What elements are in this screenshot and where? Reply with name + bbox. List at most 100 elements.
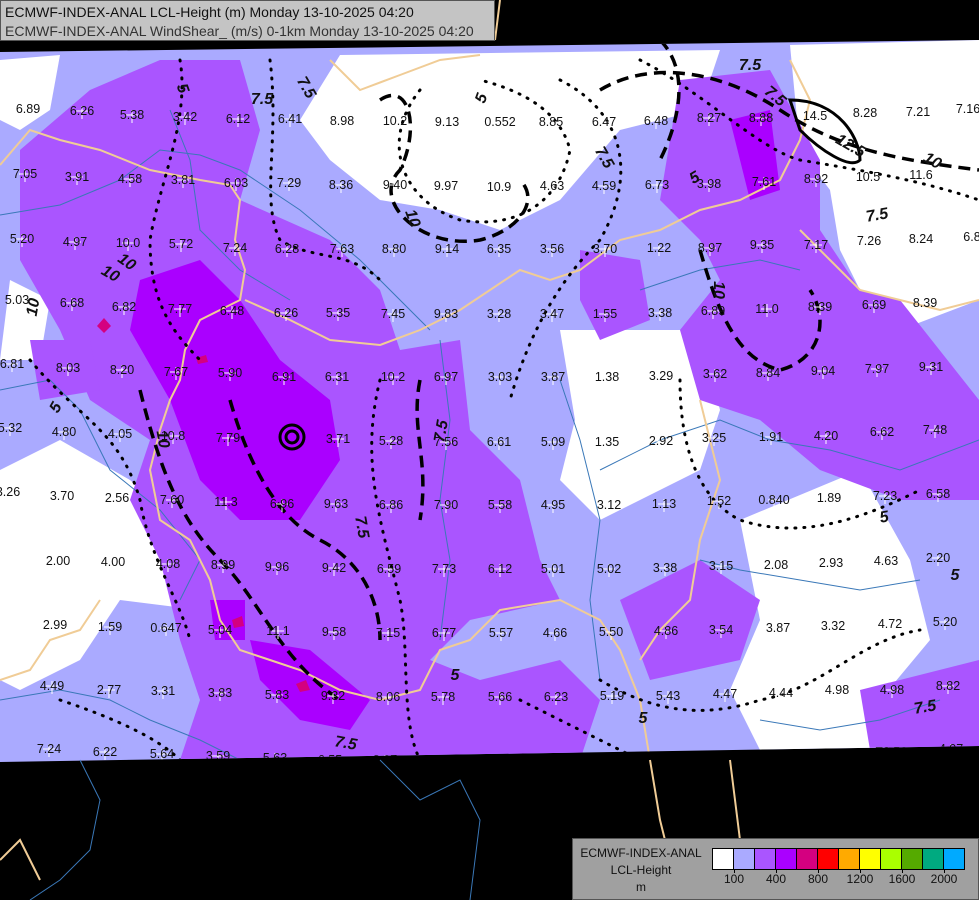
station-marker: 6.55	[318, 753, 342, 762]
station-value: 5.63	[263, 751, 287, 765]
station-marker: 6.97	[434, 370, 458, 385]
station-value: 3.31	[151, 684, 175, 698]
station-marker: 4.59	[592, 179, 616, 194]
station-marker: 11.0	[755, 302, 779, 317]
station-marker: 4.05	[108, 427, 132, 442]
station-marker: 4.44	[769, 686, 793, 701]
legend-swatch	[818, 849, 839, 869]
legend-tick-label: 400	[765, 872, 787, 886]
station-marker: 5.22	[657, 752, 681, 762]
station-marker: 7.73	[432, 562, 456, 577]
station-value: 7.29	[277, 176, 301, 190]
station-value: 1.89	[817, 491, 841, 505]
station-value: 7.77	[168, 302, 192, 316]
station-value: 7.16	[956, 102, 979, 116]
station-value: 5.58	[488, 498, 512, 512]
station-value: 5.72	[169, 237, 193, 251]
station-marker: 5.01	[541, 562, 565, 577]
station-value: 1.35	[595, 435, 619, 449]
station-value: 6.48	[220, 304, 244, 318]
station-value: 6.97	[434, 370, 458, 384]
station-value: 9.04	[811, 364, 835, 378]
station-marker: 9.35	[750, 238, 774, 253]
station-value: 6.69	[862, 298, 886, 312]
station-value: 7.67	[164, 365, 188, 379]
station-value: 7.90	[434, 498, 458, 512]
legend-swatch	[860, 849, 881, 869]
station-value: 6.22	[93, 745, 117, 759]
station-value: 6.31	[325, 370, 349, 384]
station-value: 5.43	[656, 689, 680, 703]
map-title: ECMWF-INDEX-ANAL LCL-Height (m) Monday 1…	[0, 0, 495, 41]
station-value: 1.55	[593, 307, 617, 321]
station-value: 4.44	[769, 686, 793, 700]
station-marker: 0.840	[758, 493, 790, 508]
station-marker: 2.56	[883, 745, 907, 760]
station-value: 6.47	[592, 115, 616, 129]
station-value: 4.47	[713, 687, 737, 701]
title-line-lcl-height: ECMWF-INDEX-ANAL LCL-Height (m) Monday 1…	[5, 4, 414, 20]
station-marker: 8.28	[853, 106, 877, 121]
station-marker: 8.36	[329, 178, 353, 193]
station-value: 9.96	[265, 560, 289, 574]
station-value: 7.15	[376, 626, 400, 640]
station-value: 4.00	[101, 555, 125, 569]
station-value: 5.04	[208, 623, 232, 637]
station-marker: 9.83	[434, 307, 458, 322]
station-value: 3.87	[541, 370, 565, 384]
station-marker: 8.99	[211, 558, 235, 573]
station-value: 8.28	[853, 106, 877, 120]
station-marker: 1.59	[98, 620, 122, 635]
legend-swatch	[881, 849, 902, 869]
station-marker: 8.39	[913, 296, 937, 311]
station-marker: 10.2	[381, 370, 405, 385]
station-value: 8.39	[808, 300, 832, 314]
station-marker: 6.12	[488, 562, 512, 577]
station-marker: 6.47	[592, 115, 616, 130]
legend-swatch	[755, 849, 776, 869]
station-marker: 1.52	[707, 494, 731, 509]
station-value: 6.26	[274, 306, 298, 320]
station-value: 5.02	[597, 562, 621, 576]
station-marker: 8.24	[909, 232, 933, 247]
contour-label: 5	[639, 710, 649, 727]
station-marker: 5.28	[379, 434, 403, 449]
station-marker: 7.05	[13, 167, 37, 182]
station-value: 6.61	[487, 435, 511, 449]
station-marker: 8.27	[697, 111, 721, 126]
station-marker: 3.29	[649, 369, 673, 384]
station-value: 1.13	[652, 497, 676, 511]
legend-tick-label: 2000	[930, 872, 958, 886]
station-marker: 6.12	[226, 112, 250, 127]
station-value: 5.78	[431, 690, 455, 704]
station-value: 4.63	[540, 179, 564, 193]
station-marker: 6.28	[275, 242, 299, 257]
station-marker: 7.65	[489, 754, 513, 762]
color-legend: ECMWF-INDEX-ANAL LCL-Height m 100 400 800 1…	[572, 838, 979, 900]
station-marker: 3.56	[540, 242, 564, 257]
station-value: 6.48	[644, 114, 668, 128]
station-value: 6.77	[432, 626, 456, 640]
station-value: 5.01	[541, 562, 565, 576]
station-value: 7.97	[865, 362, 889, 376]
station-value: 11.1	[266, 624, 289, 638]
station-marker: 9.32	[321, 689, 345, 704]
legend-tick-label: 1200	[846, 872, 874, 886]
station-marker: 4.07	[939, 742, 963, 757]
station-value: 5.32	[0, 421, 22, 435]
legend-swatch	[734, 849, 755, 869]
station-value: 3.26	[0, 485, 20, 499]
station-value: 7.26	[857, 234, 881, 248]
station-marker: 5.35	[326, 306, 350, 321]
station-value: 5.28	[379, 434, 403, 448]
station-value: 6.28	[275, 242, 299, 256]
station-marker: 6.58	[602, 753, 626, 762]
station-value: 8.99	[211, 558, 235, 572]
station-marker: 1.89	[817, 491, 841, 506]
station-marker: 8.20	[110, 363, 134, 378]
station-marker: 5.38	[120, 108, 144, 123]
station-marker: 4.63	[540, 179, 564, 194]
station-marker: 6.68	[60, 296, 84, 311]
station-marker: 6.73	[645, 178, 669, 193]
station-marker: 8.84	[756, 366, 780, 381]
